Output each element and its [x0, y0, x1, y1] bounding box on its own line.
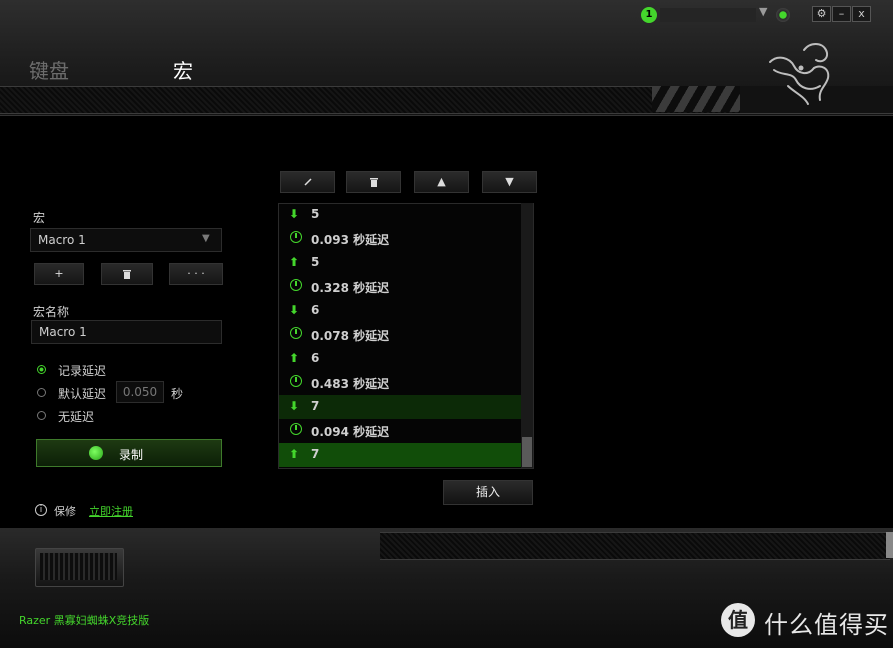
device-name: Razer 黑寡妇蜘蛛X竞技版	[19, 614, 150, 627]
register-link[interactable]: 立即注册	[89, 503, 133, 519]
delete-event-button[interactable]	[346, 171, 401, 193]
chevron-down-icon[interactable]: ▼	[202, 233, 210, 244]
tab-macro[interactable]: 宏	[173, 55, 193, 84]
macro-name-label: 宏名称	[33, 305, 70, 319]
macro-event-row[interactable]: 0.078 秒延迟	[279, 323, 521, 347]
no-delay-radio[interactable]	[37, 411, 46, 420]
record-label: 录制	[119, 448, 144, 462]
macro-event-text: 0.328 秒延迟	[311, 281, 390, 295]
move-down-button[interactable]: ▼	[482, 171, 537, 193]
record-delay-label[interactable]: 记录延迟	[58, 362, 106, 379]
macro-event-text: 0.093 秒延迟	[311, 233, 390, 247]
watermark-text: 什么值得买	[764, 611, 889, 639]
pencil-icon	[303, 178, 312, 186]
macro-event-text: 0.078 秒延迟	[311, 329, 390, 343]
macro-select[interactable]: Macro 1	[30, 228, 222, 252]
arrow-up-icon: ⬆	[289, 255, 300, 269]
macro-event-row[interactable]: ⬇ 6	[279, 299, 521, 323]
trash-icon	[123, 269, 131, 279]
macro-event-row[interactable]: 0.483 秒延迟	[279, 371, 521, 395]
close-button[interactable]: x	[852, 6, 871, 22]
edit-event-button[interactable]	[280, 171, 335, 193]
macro-event-row[interactable]: ⬆ 7	[279, 443, 521, 467]
arrow-up-icon: ⬆	[289, 351, 300, 365]
header-stripe-notch	[652, 86, 747, 112]
macro-event-row[interactable]: ⬆ 5	[279, 251, 521, 275]
clock-icon	[289, 279, 303, 293]
macro-event-text: 7	[311, 447, 320, 461]
minimize-button[interactable]: –	[832, 6, 851, 22]
arrow-down-icon: ⬇	[289, 303, 300, 317]
macro-event-row[interactable]: 0.328 秒延迟	[279, 275, 521, 299]
insert-button[interactable]: 插入	[443, 480, 533, 505]
warranty-label: 保修	[54, 505, 76, 518]
footer-scroll-handle[interactable]	[886, 532, 893, 558]
clock-icon	[289, 375, 303, 389]
macro-event-text: 0.094 秒延迟	[311, 425, 390, 439]
record-indicator-icon	[89, 446, 103, 460]
macro-event-row[interactable]: 0.093 秒延迟	[279, 227, 521, 251]
move-up-button[interactable]: ▲	[414, 171, 469, 193]
arrow-down-icon: ⬇	[289, 207, 300, 221]
macro-event-text: 5	[311, 207, 320, 221]
default-delay-radio[interactable]	[37, 388, 46, 397]
macro-event-row[interactable]: ⬆ 6	[279, 347, 521, 371]
macro-event-text: 6	[311, 303, 320, 317]
tab-keyboard[interactable]: 键盘	[29, 55, 69, 84]
user-dropdown-icon[interactable]: ▼	[759, 5, 767, 18]
record-delay-radio[interactable]	[37, 365, 46, 374]
delete-macro-button[interactable]	[101, 263, 153, 285]
macro-event-text: 6	[311, 351, 320, 365]
more-options-button[interactable]: · · ·	[169, 263, 223, 285]
no-delay-label[interactable]: 无延迟	[58, 408, 94, 425]
arrow-up-icon: ⬆	[289, 447, 300, 461]
scrollbar-thumb[interactable]	[522, 437, 532, 467]
macro-event-text: 5	[311, 255, 320, 269]
default-delay-label[interactable]: 默认延迟	[58, 385, 106, 402]
razer-logo	[769, 43, 830, 105]
trash-icon	[369, 177, 378, 187]
arrow-down-icon: ⬇	[289, 399, 300, 413]
macro-name-input[interactable]: Macro 1	[31, 320, 222, 344]
macro-event-text: 0.483 秒延迟	[311, 377, 390, 391]
sync-icon[interactable]	[776, 8, 790, 22]
clock-icon	[289, 327, 303, 341]
user-badge[interactable]: 1	[641, 7, 657, 23]
delay-unit-label: 秒	[171, 387, 184, 401]
clock-icon	[289, 231, 303, 245]
macro-event-row[interactable]: ⬇ 7	[279, 395, 521, 419]
settings-button[interactable]: ⚙	[812, 6, 831, 22]
add-macro-button[interactable]: +	[34, 263, 84, 285]
keyboard-keys-graphic	[40, 553, 117, 580]
info-icon: i	[35, 504, 47, 516]
macro-event-text: 7	[311, 399, 320, 413]
scrollbar-track[interactable]	[521, 203, 533, 468]
clock-icon	[289, 423, 303, 437]
user-name[interactable]	[660, 8, 756, 22]
macro-event-row[interactable]: ⬇ 5	[279, 204, 521, 227]
default-delay-input[interactable]: 0.050	[116, 381, 164, 403]
footer-stripe	[380, 532, 890, 560]
record-button[interactable]: 录制	[36, 439, 222, 467]
watermark-logo: 值	[721, 603, 755, 637]
macro-event-row[interactable]: 0.094 秒延迟	[279, 419, 521, 443]
macro-event-list[interactable]: ⬇ 5 0.093 秒延迟 ⬆ 5 0.328 秒延迟 ⬇ 6 0.078 秒延迟 ⬆ 6 0.483…	[278, 203, 534, 469]
macro-label: 宏	[33, 211, 46, 225]
